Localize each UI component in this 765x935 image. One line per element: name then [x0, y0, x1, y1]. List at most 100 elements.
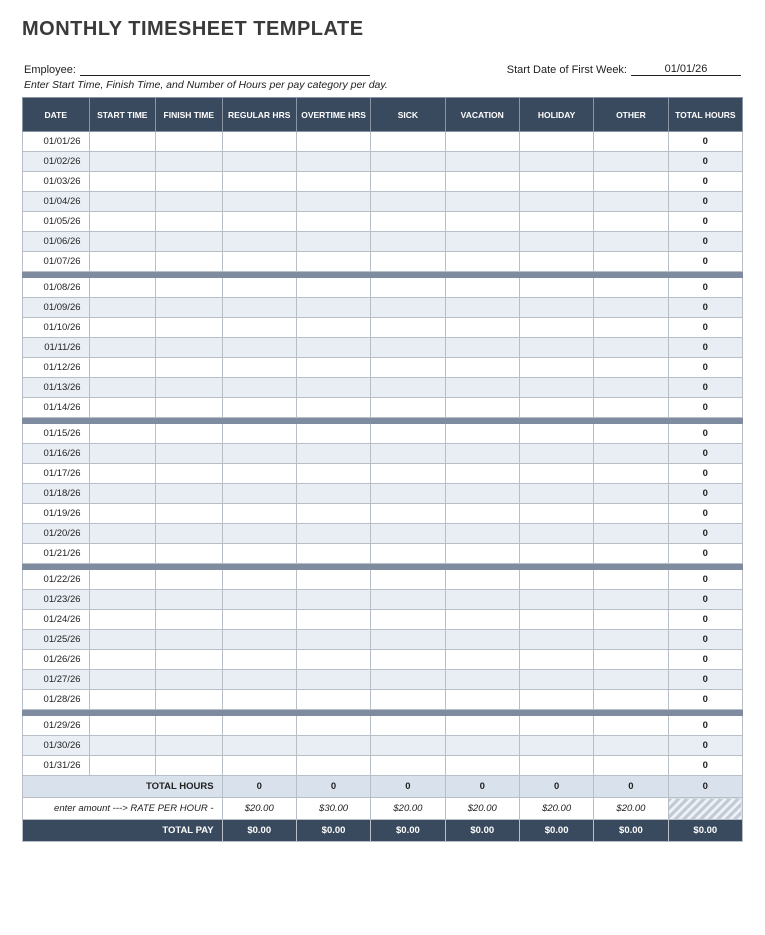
- hours-cell[interactable]: [296, 424, 370, 444]
- finish-time-cell[interactable]: [156, 132, 223, 152]
- hours-cell[interactable]: [222, 378, 296, 398]
- hours-cell[interactable]: [296, 252, 370, 272]
- finish-time-cell[interactable]: [156, 192, 223, 212]
- hours-cell[interactable]: [296, 756, 370, 776]
- finish-time-cell[interactable]: [156, 690, 223, 710]
- finish-time-cell[interactable]: [156, 278, 223, 298]
- finish-time-cell[interactable]: [156, 570, 223, 590]
- start-time-cell[interactable]: [89, 590, 156, 610]
- hours-cell[interactable]: [519, 524, 593, 544]
- finish-time-cell[interactable]: [156, 484, 223, 504]
- hours-cell[interactable]: [445, 298, 519, 318]
- hours-cell[interactable]: [296, 716, 370, 736]
- hours-cell[interactable]: [371, 650, 445, 670]
- hours-cell[interactable]: [594, 444, 668, 464]
- finish-time-cell[interactable]: [156, 358, 223, 378]
- hours-cell[interactable]: [445, 172, 519, 192]
- rate-regular[interactable]: $20.00: [222, 798, 296, 820]
- hours-cell[interactable]: [445, 736, 519, 756]
- hours-cell[interactable]: [296, 192, 370, 212]
- hours-cell[interactable]: [519, 338, 593, 358]
- hours-cell[interactable]: [222, 338, 296, 358]
- hours-cell[interactable]: [296, 358, 370, 378]
- employee-input-line[interactable]: [80, 63, 370, 76]
- hours-cell[interactable]: [296, 464, 370, 484]
- start-time-cell[interactable]: [89, 650, 156, 670]
- hours-cell[interactable]: [519, 278, 593, 298]
- hours-cell[interactable]: [371, 338, 445, 358]
- hours-cell[interactable]: [222, 318, 296, 338]
- hours-cell[interactable]: [445, 232, 519, 252]
- hours-cell[interactable]: [371, 318, 445, 338]
- hours-cell[interactable]: [296, 630, 370, 650]
- hours-cell[interactable]: [222, 736, 296, 756]
- start-time-cell[interactable]: [89, 298, 156, 318]
- hours-cell[interactable]: [222, 504, 296, 524]
- hours-cell[interactable]: [594, 398, 668, 418]
- hours-cell[interactable]: [371, 252, 445, 272]
- hours-cell[interactable]: [371, 358, 445, 378]
- hours-cell[interactable]: [519, 716, 593, 736]
- hours-cell[interactable]: [222, 630, 296, 650]
- hours-cell[interactable]: [371, 570, 445, 590]
- hours-cell[interactable]: [445, 670, 519, 690]
- hours-cell[interactable]: [519, 378, 593, 398]
- hours-cell[interactable]: [296, 232, 370, 252]
- hours-cell[interactable]: [519, 444, 593, 464]
- hours-cell[interactable]: [445, 570, 519, 590]
- hours-cell[interactable]: [222, 192, 296, 212]
- hours-cell[interactable]: [594, 278, 668, 298]
- hours-cell[interactable]: [594, 544, 668, 564]
- hours-cell[interactable]: [594, 484, 668, 504]
- hours-cell[interactable]: [445, 424, 519, 444]
- start-time-cell[interactable]: [89, 716, 156, 736]
- hours-cell[interactable]: [296, 152, 370, 172]
- hours-cell[interactable]: [594, 650, 668, 670]
- hours-cell[interactable]: [594, 298, 668, 318]
- finish-time-cell[interactable]: [156, 444, 223, 464]
- start-time-cell[interactable]: [89, 338, 156, 358]
- hours-cell[interactable]: [371, 298, 445, 318]
- start-time-cell[interactable]: [89, 670, 156, 690]
- finish-time-cell[interactable]: [156, 736, 223, 756]
- hours-cell[interactable]: [445, 524, 519, 544]
- hours-cell[interactable]: [371, 484, 445, 504]
- hours-cell[interactable]: [371, 378, 445, 398]
- hours-cell[interactable]: [445, 756, 519, 776]
- hours-cell[interactable]: [445, 630, 519, 650]
- hours-cell[interactable]: [222, 464, 296, 484]
- start-time-cell[interactable]: [89, 152, 156, 172]
- hours-cell[interactable]: [594, 630, 668, 650]
- hours-cell[interactable]: [594, 212, 668, 232]
- hours-cell[interactable]: [519, 484, 593, 504]
- start-time-cell[interactable]: [89, 504, 156, 524]
- start-time-cell[interactable]: [89, 610, 156, 630]
- hours-cell[interactable]: [222, 398, 296, 418]
- hours-cell[interactable]: [445, 716, 519, 736]
- hours-cell[interactable]: [519, 670, 593, 690]
- hours-cell[interactable]: [519, 424, 593, 444]
- finish-time-cell[interactable]: [156, 298, 223, 318]
- hours-cell[interactable]: [371, 464, 445, 484]
- hours-cell[interactable]: [519, 650, 593, 670]
- hours-cell[interactable]: [222, 444, 296, 464]
- hours-cell[interactable]: [594, 590, 668, 610]
- hours-cell[interactable]: [445, 278, 519, 298]
- hours-cell[interactable]: [222, 590, 296, 610]
- start-time-cell[interactable]: [89, 444, 156, 464]
- hours-cell[interactable]: [445, 398, 519, 418]
- start-time-cell[interactable]: [89, 212, 156, 232]
- hours-cell[interactable]: [296, 544, 370, 564]
- hours-cell[interactable]: [445, 318, 519, 338]
- rate-vacation[interactable]: $20.00: [445, 798, 519, 820]
- hours-cell[interactable]: [371, 544, 445, 564]
- hours-cell[interactable]: [222, 278, 296, 298]
- hours-cell[interactable]: [222, 212, 296, 232]
- start-time-cell[interactable]: [89, 378, 156, 398]
- hours-cell[interactable]: [445, 378, 519, 398]
- finish-time-cell[interactable]: [156, 252, 223, 272]
- hours-cell[interactable]: [594, 716, 668, 736]
- hours-cell[interactable]: [445, 650, 519, 670]
- hours-cell[interactable]: [371, 524, 445, 544]
- hours-cell[interactable]: [445, 132, 519, 152]
